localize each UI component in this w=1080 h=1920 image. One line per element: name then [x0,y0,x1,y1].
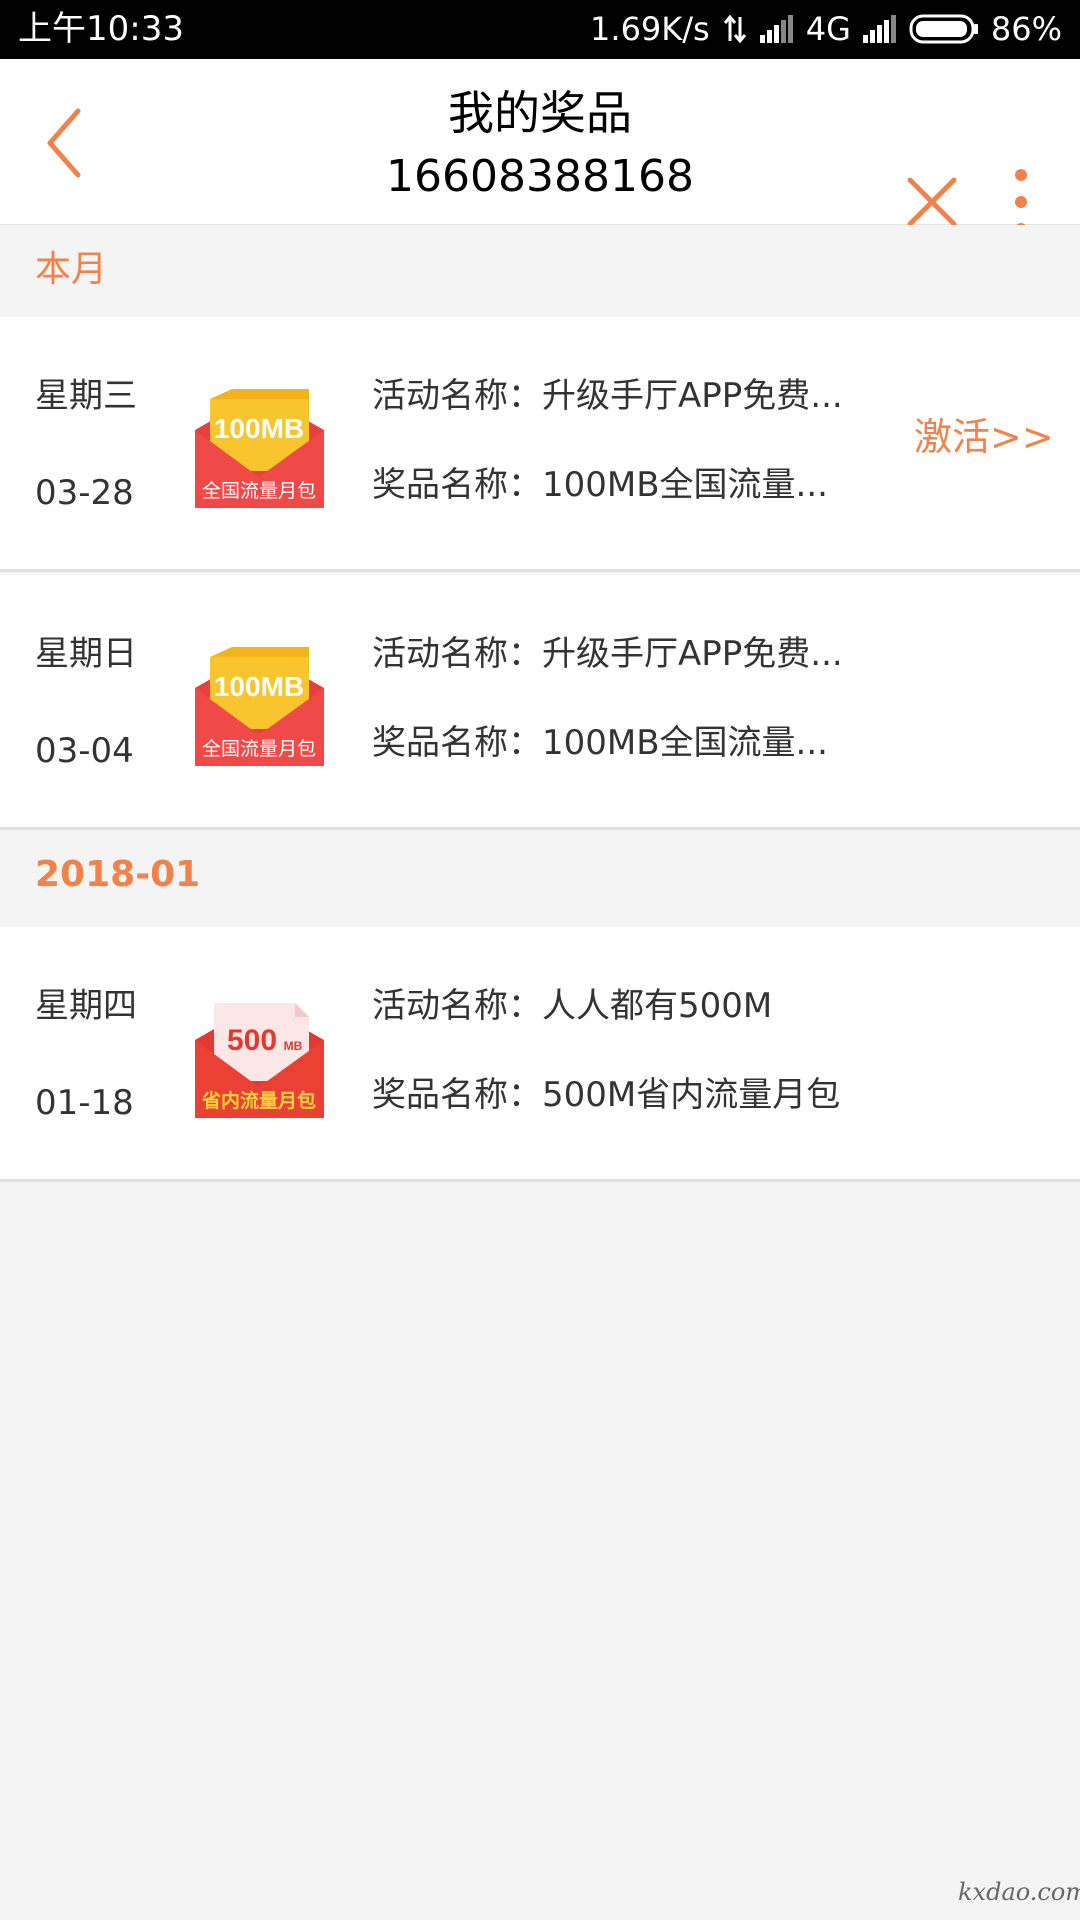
prize-image-unit: MB [284,1039,303,1053]
prize-row[interactable]: 星期四 01-18 500 MB 省内流量月包 活动名称：人人都有500M 奖品… [0,927,1080,1182]
prize-row[interactable]: 星期日 03-04 100MB 全国流量月包 活动名称：升级手厅APP免费...… [0,575,1080,830]
prize-image-envelope: 100MB 全国流量月包 [192,385,327,510]
row-date: 03-28 [35,473,134,513]
watermark: kxdao.com [958,1878,1080,1906]
prize-row[interactable]: 星期三 03-28 100MB 全国流量月包 活动名称：升级手厅APP免费...… [0,317,1080,572]
prize-image-amount: 500 [227,1024,277,1057]
activate-link[interactable]: 激活>> [914,412,1054,462]
activity-name: 活动名称：升级手厅APP免费... [372,634,843,674]
prize-image-caption: 省内流量月包 [201,1089,316,1112]
status-time: 上午10:33 [18,9,184,49]
row-weekday: 星期四 [35,986,137,1026]
battery-percent: 86% [990,10,1062,48]
network-type: 4G [805,10,851,48]
activity-name: 活动名称：人人都有500M [372,986,773,1026]
prize-image-caption: 全国流量月包 [202,480,316,502]
row-weekday: 星期日 [35,634,137,674]
page-title: 我的奖品 [448,86,632,140]
section-title: 2018-01 [35,854,201,895]
row-date: 01-18 [35,1083,134,1123]
prize-name: 奖品名称：100MB全国流量... [372,465,828,505]
status-right: 1.69K/s 4G 86% [590,9,1062,49]
prize-image-envelope: 500 MB 省内流量月包 [192,995,327,1120]
row-weekday: 星期三 [35,376,137,416]
prize-image-amount: 100MB [214,413,304,444]
section-header-2018-01: 2018-01 [0,830,1080,922]
signal-icon-2 [862,15,897,43]
close-icon[interactable] [906,176,958,228]
data-transfer-icon [722,13,748,45]
signal-icon [759,15,794,43]
nav-bar: 我的奖品 16608388168 [0,59,1080,235]
status-bar: 上午10:33 1.69K/s 4G 86% [0,0,1080,59]
prize-image-amount: 100MB [214,671,304,702]
row-date: 03-04 [35,731,134,771]
prize-image-envelope: 100MB 全国流量月包 [192,643,327,768]
prize-name: 奖品名称：500M省内流量月包 [372,1075,841,1115]
net-speed: 1.69K/s [590,10,710,48]
activity-name: 活动名称：升级手厅APP免费... [372,376,843,416]
battery-icon [909,14,979,44]
prize-image-caption: 全国流量月包 [202,738,316,760]
section-title: 本月 [35,249,108,290]
prize-name: 奖品名称：100MB全国流量... [372,723,828,763]
section-header-this-month: 本月 [0,225,1080,317]
